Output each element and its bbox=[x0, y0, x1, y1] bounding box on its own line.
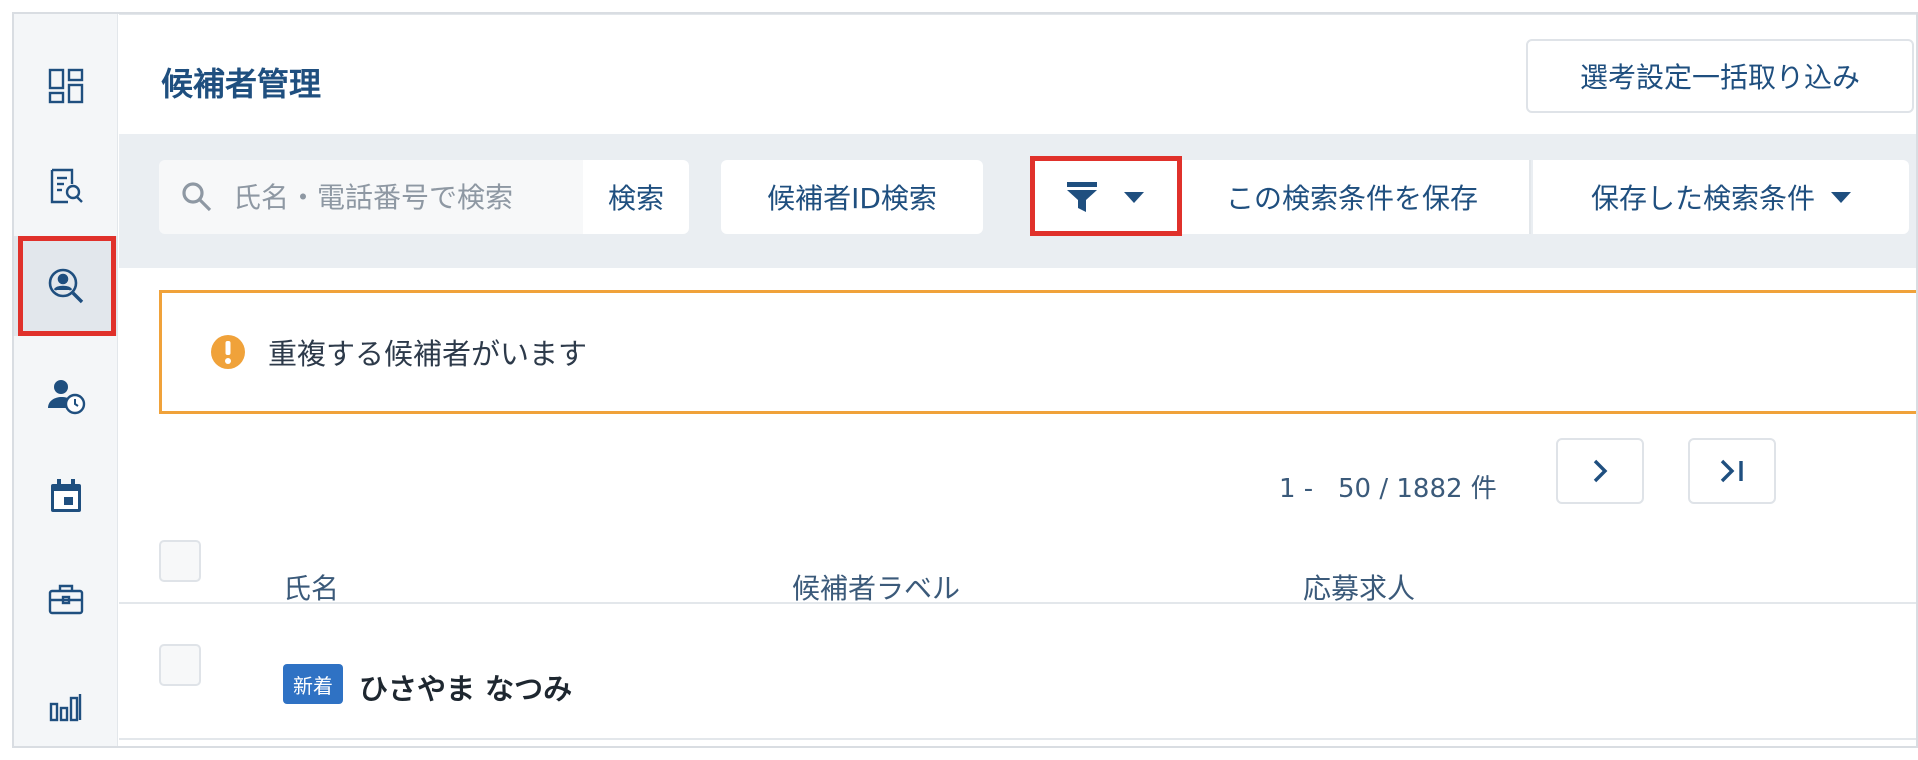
candidate-id-search-button[interactable]: 候補者ID検索 bbox=[721, 160, 983, 234]
chevron-down-icon bbox=[1124, 191, 1144, 203]
sidebar-item-job-search[interactable] bbox=[14, 136, 118, 236]
row-checkbox[interactable] bbox=[159, 644, 201, 686]
briefcase-icon bbox=[48, 584, 84, 615]
search-button[interactable]: 検索 bbox=[583, 160, 689, 234]
sidebar-item-jobs[interactable] bbox=[14, 550, 118, 650]
save-search-condition-button[interactable]: この検索条件を保存 bbox=[1175, 160, 1531, 234]
filter-dropdown-button[interactable] bbox=[1035, 160, 1175, 234]
import-settings-button[interactable]: 選考設定一括取り込み bbox=[1526, 39, 1914, 113]
last-page-icon bbox=[1720, 459, 1743, 483]
sidebar bbox=[14, 14, 118, 746]
duplicate-alert: 重複する候補者がいます bbox=[159, 290, 1916, 414]
user-clock-icon bbox=[48, 380, 86, 415]
calendar-icon bbox=[51, 479, 81, 512]
document-search-icon bbox=[50, 168, 83, 204]
search-input[interactable] bbox=[233, 180, 563, 214]
warning-icon bbox=[211, 335, 245, 369]
sidebar-item-reports[interactable] bbox=[14, 656, 118, 746]
filter-icon bbox=[1067, 182, 1097, 212]
page-header: 候補者管理 選考設定一括取り込み bbox=[119, 14, 1916, 132]
column-header-label[interactable]: 候補者ラベル bbox=[792, 567, 960, 607]
app-window: 候補者管理 選考設定一括取り込み 検索 候補者ID検索 この検索条件を保存 保存… bbox=[12, 12, 1918, 748]
select-all-checkbox[interactable] bbox=[159, 540, 201, 582]
search-toolbar: 検索 候補者ID検索 この検索条件を保存 保存した検索条件 bbox=[119, 134, 1916, 268]
sidebar-item-calendar[interactable] bbox=[14, 446, 118, 546]
table-divider bbox=[119, 738, 1916, 740]
column-header-name[interactable]: 氏名 bbox=[283, 567, 339, 607]
user-search-icon bbox=[48, 268, 84, 304]
next-page-button[interactable] bbox=[1556, 438, 1644, 504]
search-box bbox=[159, 160, 583, 234]
new-badge: 新着 bbox=[283, 664, 343, 704]
pagination-range: 1 - 50 / 1882 件 bbox=[1279, 474, 1497, 504]
saved-search-conditions-label: 保存した検索条件 bbox=[1590, 182, 1815, 215]
chevron-right-icon bbox=[1593, 459, 1608, 483]
alert-message: 重複する候補者がいます bbox=[268, 337, 588, 371]
sidebar-item-schedule-users[interactable] bbox=[14, 346, 118, 446]
search-icon bbox=[182, 182, 212, 212]
table-divider bbox=[119, 602, 1916, 604]
candidate-name-link[interactable]: ひさやま なつみ bbox=[359, 666, 572, 708]
column-header-job[interactable]: 応募求人 bbox=[1303, 567, 1415, 607]
last-page-button[interactable] bbox=[1688, 438, 1776, 504]
main-content: 候補者管理 選考設定一括取り込み 検索 候補者ID検索 この検索条件を保存 保存… bbox=[119, 14, 1916, 746]
bar-chart-icon bbox=[49, 694, 82, 722]
chevron-down-icon bbox=[1831, 191, 1851, 203]
page-title: 候補者管理 bbox=[161, 65, 322, 103]
sidebar-item-candidates[interactable] bbox=[14, 236, 118, 336]
saved-search-conditions-dropdown[interactable]: 保存した検索条件 bbox=[1533, 160, 1909, 234]
dashboard-icon bbox=[48, 68, 84, 104]
sidebar-item-dashboard[interactable] bbox=[14, 36, 118, 136]
